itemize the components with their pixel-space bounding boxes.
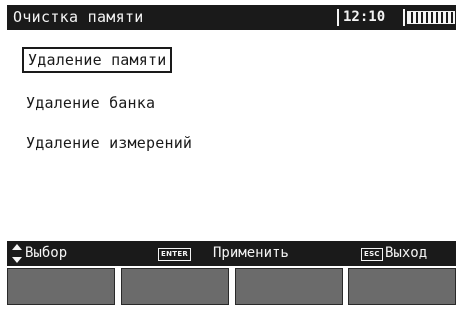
softkey-2[interactable]: [121, 268, 229, 305]
hint-exit-label: Выход: [385, 245, 428, 261]
softkey-3[interactable]: [235, 268, 343, 305]
up-down-arrows-icon: [12, 244, 22, 263]
menu-item-delete-bank[interactable]: Удаление банка: [22, 90, 159, 116]
hint-apply-label: Применить: [213, 245, 289, 261]
esc-key-icon: ESC: [361, 248, 383, 261]
softkey-4[interactable]: [348, 268, 456, 305]
menu-item-delete-measurements[interactable]: Удаление измерений: [22, 130, 196, 156]
menu-list: Удаление памяти Удаление банка Удаление …: [7, 30, 456, 240]
title-separator: [337, 9, 339, 26]
hint-bar: Выбор ENTER Применить ESC Выход: [7, 241, 456, 266]
hint-select-label: Выбор: [25, 245, 68, 261]
enter-key-icon: ENTER: [158, 248, 192, 261]
battery-full-icon: [407, 11, 455, 24]
clock: 12:10: [343, 9, 386, 25]
screen-title: Очистка памяти: [13, 8, 144, 26]
menu-item-delete-memory[interactable]: Удаление памяти: [22, 47, 173, 73]
softkey-row: [7, 268, 456, 305]
battery-separator: [403, 9, 405, 26]
meter-screen: Очистка памяти 12:10 Удаление памяти Уда…: [0, 0, 460, 311]
title-bar: Очистка памяти 12:10: [7, 5, 456, 30]
softkey-1[interactable]: [7, 268, 115, 305]
